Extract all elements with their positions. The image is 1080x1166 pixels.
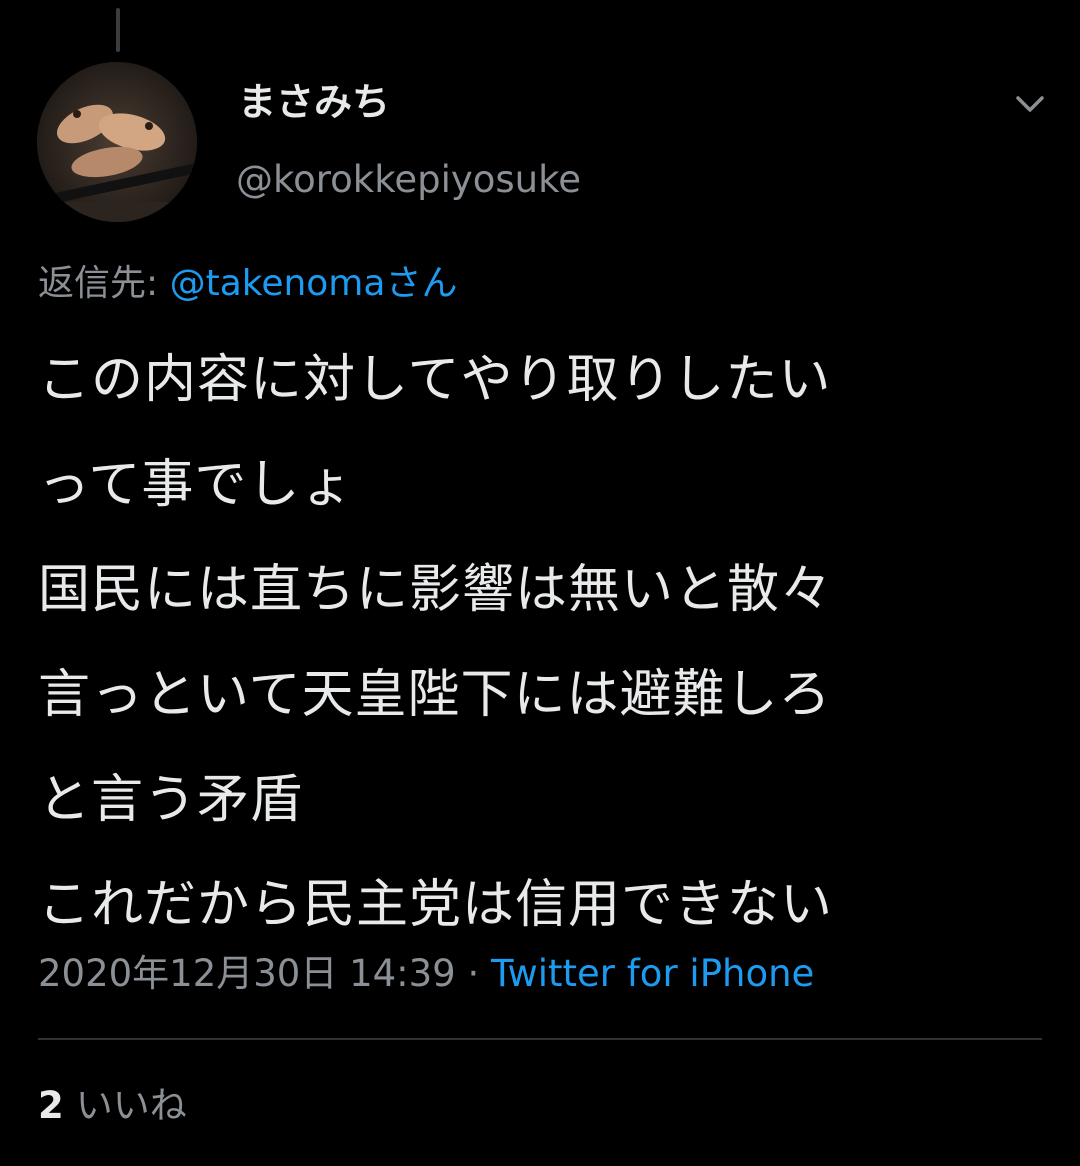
tweet-text: この内容に対してやり取りしたい って事でしょ 国民には直ちに影響は無いと散々 言… <box>38 328 1048 958</box>
tweet-meta: 2020年12月30日 14:39 · Twitter for iPhone <box>38 948 814 1000</box>
reply-to-prefix: 返信先: <box>38 263 170 304</box>
tweet-text-line: この内容に対してやり取りしたい <box>38 350 832 410</box>
chevron-down-icon[interactable] <box>1010 86 1050 122</box>
tweet-text-line: 国民には直ちに影響は無いと散々 <box>38 560 834 620</box>
likes-stat[interactable]: 2 いいね <box>38 1080 187 1132</box>
tweet-source-link[interactable]: Twitter for iPhone <box>491 952 814 995</box>
avatar[interactable] <box>37 62 197 222</box>
tweet-text-line: これだから民主党は信用できない <box>38 875 834 935</box>
tweet-timestamp[interactable]: 2020年12月30日 14:39 <box>38 952 456 995</box>
tweet-text-line: って事でしょ <box>38 455 354 515</box>
tweet-text-line: と言う矛盾 <box>38 770 304 830</box>
avatar-image <box>37 62 197 222</box>
reply-to-line: 返信先: @takenomaさん <box>38 258 457 310</box>
likes-count: 2 <box>38 1084 64 1127</box>
likes-label: いいね <box>75 1084 187 1127</box>
meta-separator: · <box>455 952 492 995</box>
author-handle[interactable]: @korokkepiyosuke <box>236 156 581 204</box>
author-display-name[interactable]: まさみち <box>238 78 390 126</box>
divider <box>38 1038 1042 1040</box>
tweet-text-line: 言っといて天皇陛下には避難しろ <box>38 665 832 725</box>
thread-connector-line <box>116 8 120 52</box>
reply-mention-link[interactable]: @takenomaさん <box>170 263 458 304</box>
